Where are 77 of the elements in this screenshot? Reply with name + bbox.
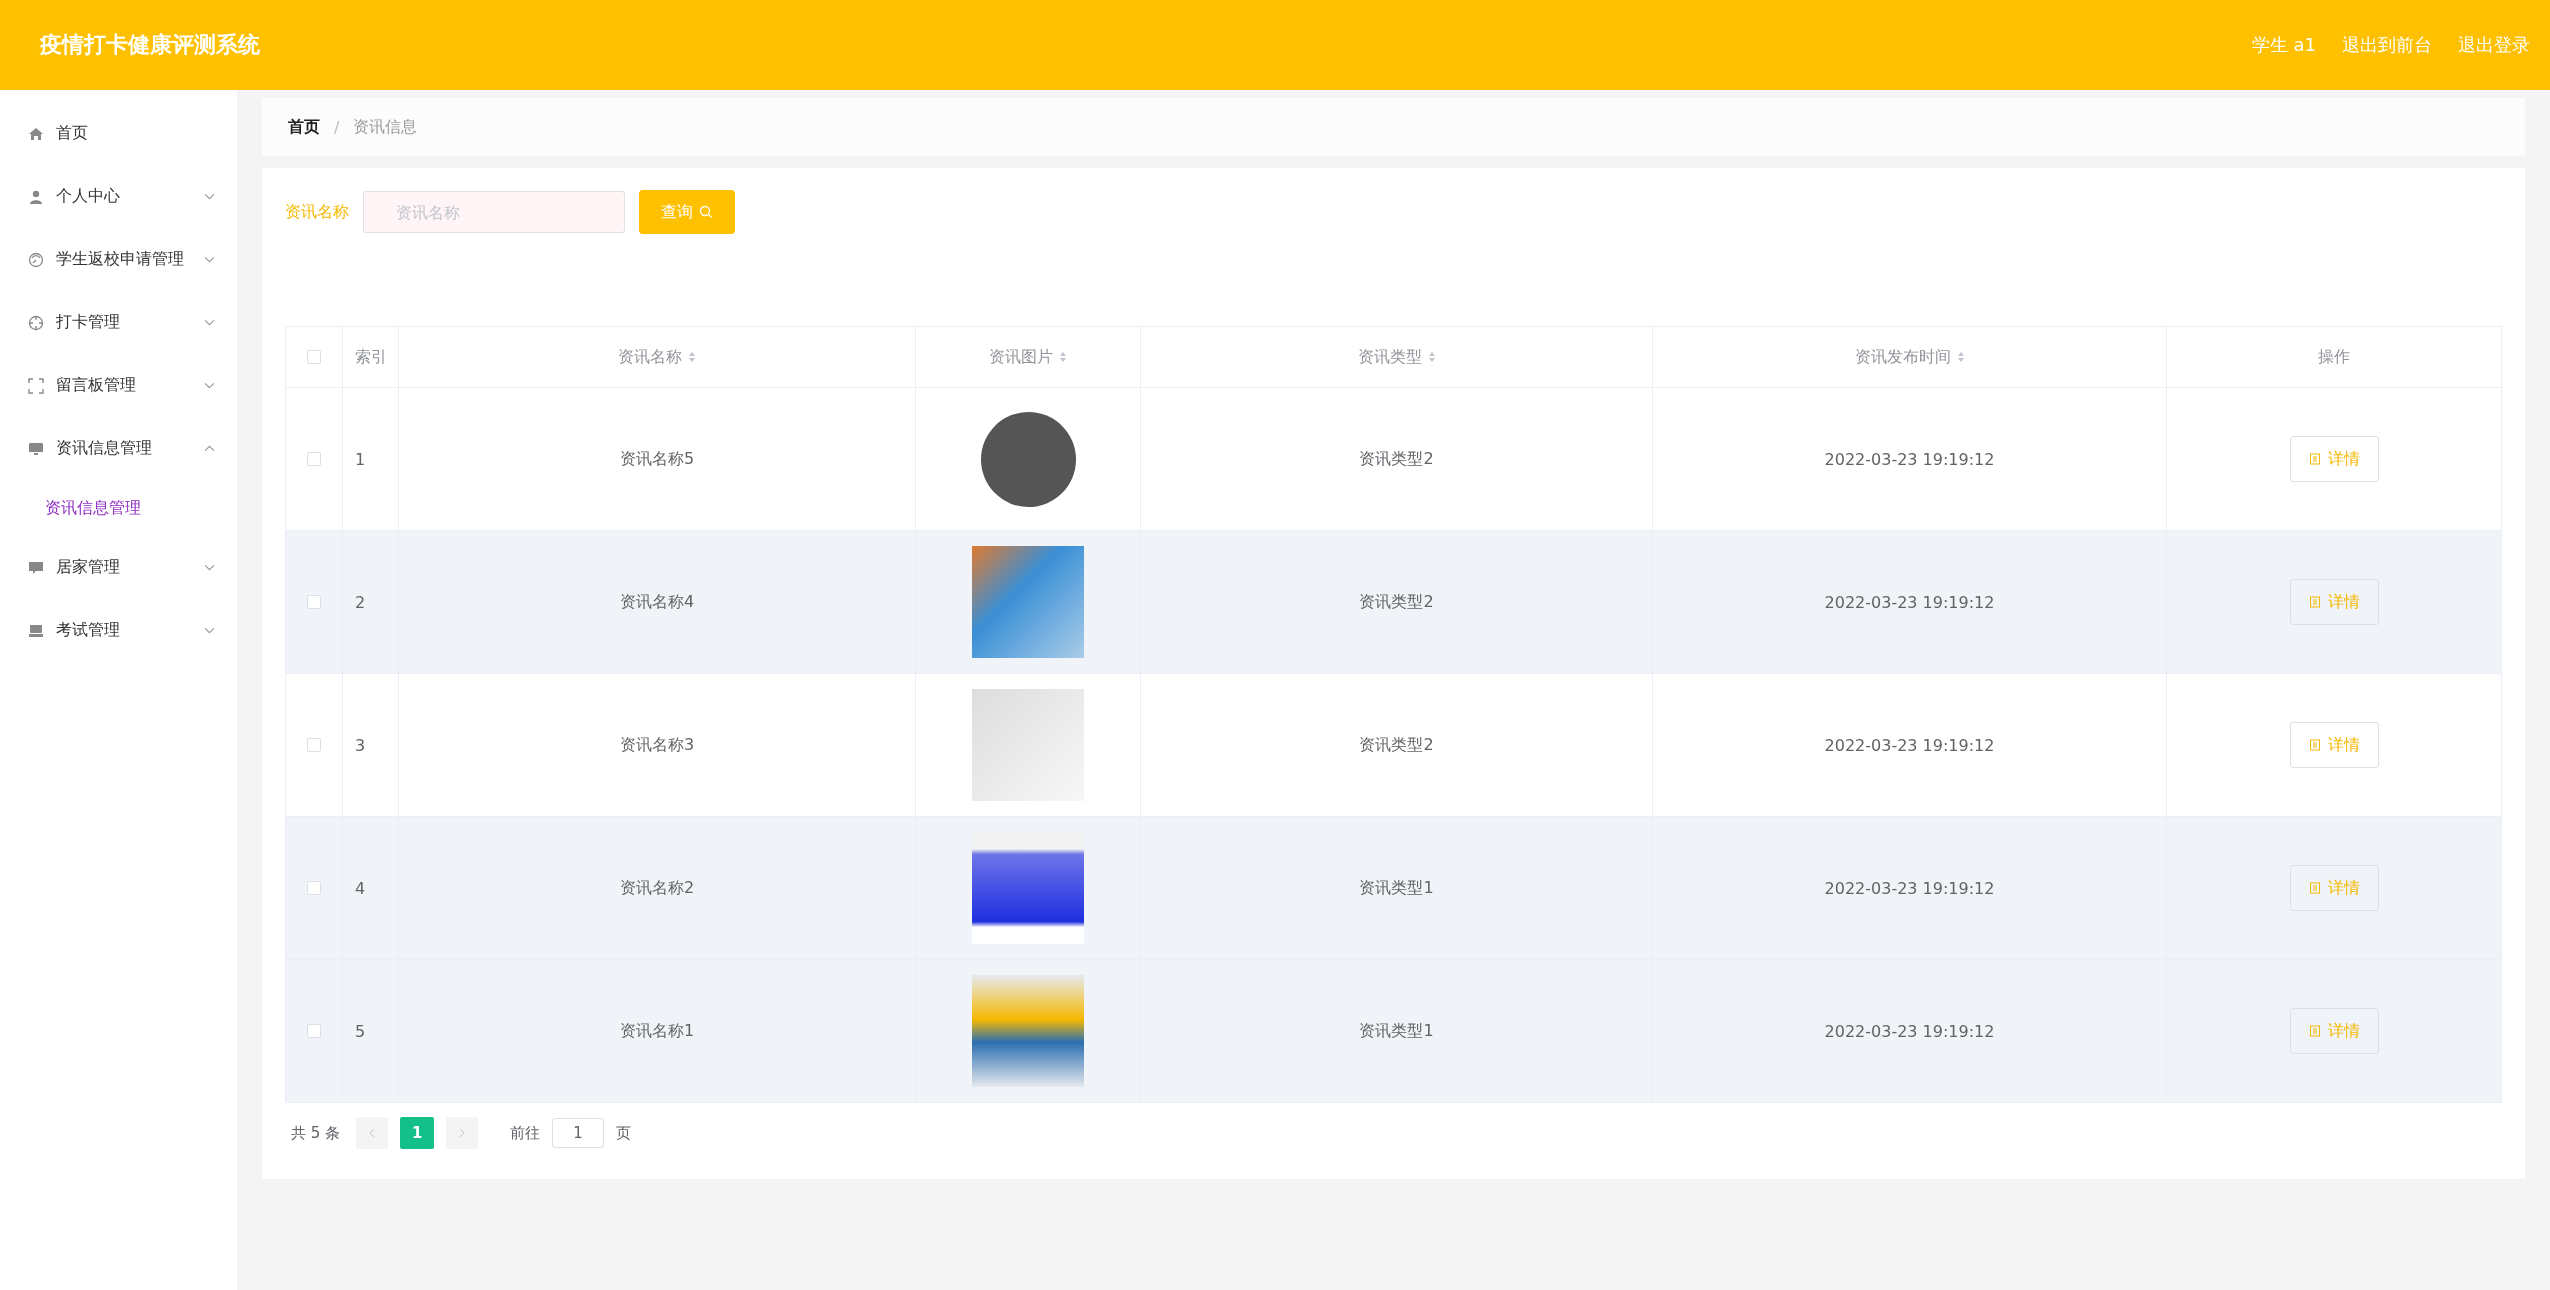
row-checkbox[interactable] [307, 881, 321, 895]
table-cell: 资讯类型1 [1359, 877, 1434, 899]
table-cell: 资讯类型2 [1359, 734, 1434, 756]
chevron-left-icon [369, 1128, 376, 1138]
table-cell: 资讯类型2 [1359, 591, 1434, 613]
document-icon [2308, 453, 2321, 465]
table-cell: 2022-03-23 19:19:12 [1824, 592, 1995, 612]
menu-item[interactable]: 考试管理 [0, 599, 237, 662]
table-cell: 4 [355, 878, 366, 898]
app-title: 疫情打卡健康评测系统 [40, 31, 260, 59]
table-cell: 1 [355, 449, 366, 469]
search-icon [699, 205, 713, 219]
column-header: 操作 [2318, 346, 2350, 368]
table-cell: 2022-03-23 19:19:12 [1824, 878, 1995, 898]
chat-icon [28, 559, 44, 576]
document-icon [2308, 882, 2321, 894]
sort-icon[interactable] [688, 351, 696, 363]
search-label: 资讯名称 [285, 201, 349, 223]
search-field[interactable]: 资讯名称 [363, 191, 625, 233]
home-icon [28, 125, 44, 142]
row-checkbox[interactable] [307, 1024, 321, 1038]
table-cell: 5 [355, 1021, 366, 1041]
total-count: 共 5 条 [291, 1123, 341, 1143]
sort-icon[interactable] [1956, 351, 1965, 363]
table-cell: 资讯名称3 [619, 734, 695, 756]
table-cell: 3 [355, 735, 366, 755]
row-checkbox[interactable] [307, 595, 321, 609]
page-suffix: 页 [616, 1123, 632, 1143]
row-checkbox[interactable] [307, 738, 321, 752]
table-row[interactable]: 1 资讯名称5 资讯类型2 2022-03-23 19:19:12 详情 [286, 387, 2501, 530]
menu-item[interactable]: 学生返校申请管理 [0, 228, 237, 291]
monitor-icon [28, 440, 44, 457]
table-cell: 2022-03-23 19:19:12 [1824, 449, 1995, 469]
sort-icon[interactable] [1427, 351, 1436, 363]
table-cell: 2 [355, 592, 366, 612]
menu-item[interactable]: 资讯信息管理 [0, 417, 237, 480]
select-all-checkbox[interactable] [307, 350, 321, 364]
page-input[interactable]: 1 [552, 1118, 605, 1148]
menu-item[interactable]: 打卡管理 [0, 291, 237, 354]
gauge-icon [28, 251, 44, 268]
document-icon [2308, 739, 2321, 751]
prev-page-button[interactable] [356, 1117, 389, 1149]
breadcrumb-separator: / [334, 117, 340, 137]
table-cell: 资讯名称5 [619, 448, 695, 470]
table-row[interactable]: 5 资讯名称1 资讯类型1 2022-03-23 19:19:12 详情 [286, 959, 2501, 1102]
table-cell: 资讯类型2 [1359, 448, 1434, 470]
submenu-item[interactable]: 资讯信息管理 [0, 480, 237, 536]
frame-icon [28, 377, 44, 394]
table-cell: 资讯名称2 [619, 877, 695, 899]
table-row[interactable]: 3 资讯名称3 资讯类型2 2022-03-23 19:19:12 详情 [286, 673, 2501, 816]
next-page-button[interactable] [446, 1117, 479, 1149]
row-checkbox[interactable] [307, 452, 321, 466]
breadcrumb-link[interactable]: 首页 [288, 116, 320, 138]
table-row[interactable]: 2 资讯名称4 资讯类型2 2022-03-23 19:19:12 详情 [286, 530, 2501, 673]
column-header: 资讯图片 [989, 346, 1053, 368]
column-header: 索引 [355, 346, 387, 368]
sort-icon[interactable] [1059, 351, 1067, 363]
table-cell: 资讯名称1 [619, 1020, 695, 1042]
table-cell: 2022-03-23 19:19:12 [1824, 1021, 1995, 1041]
document-icon [2308, 596, 2321, 608]
printer-icon [28, 622, 44, 639]
column-header: 资讯类型 [1357, 346, 1422, 368]
crosshair-icon [28, 314, 44, 331]
table-row[interactable]: 4 资讯名称2 资讯类型1 2022-03-23 19:19:12 详情 [286, 816, 2501, 959]
menu-item[interactable]: 个人中心 [0, 165, 237, 228]
column-header: 资讯名称 [618, 346, 682, 368]
user-icon [28, 188, 44, 205]
menu-item[interactable]: 留言板管理 [0, 354, 237, 417]
table-cell: 2022-03-23 19:19:12 [1824, 735, 1995, 755]
chevron-right-icon [459, 1128, 466, 1138]
table-cell: 资讯名称4 [619, 591, 695, 613]
menu-item[interactable]: 首页 [0, 102, 237, 165]
column-header: 资讯发布时间 [1854, 346, 1951, 368]
document-icon [2308, 1025, 2321, 1037]
table-cell: 资讯类型1 [1359, 1020, 1434, 1042]
menu-item[interactable]: 居家管理 [0, 536, 237, 599]
goto-label: 前往 [510, 1123, 541, 1143]
